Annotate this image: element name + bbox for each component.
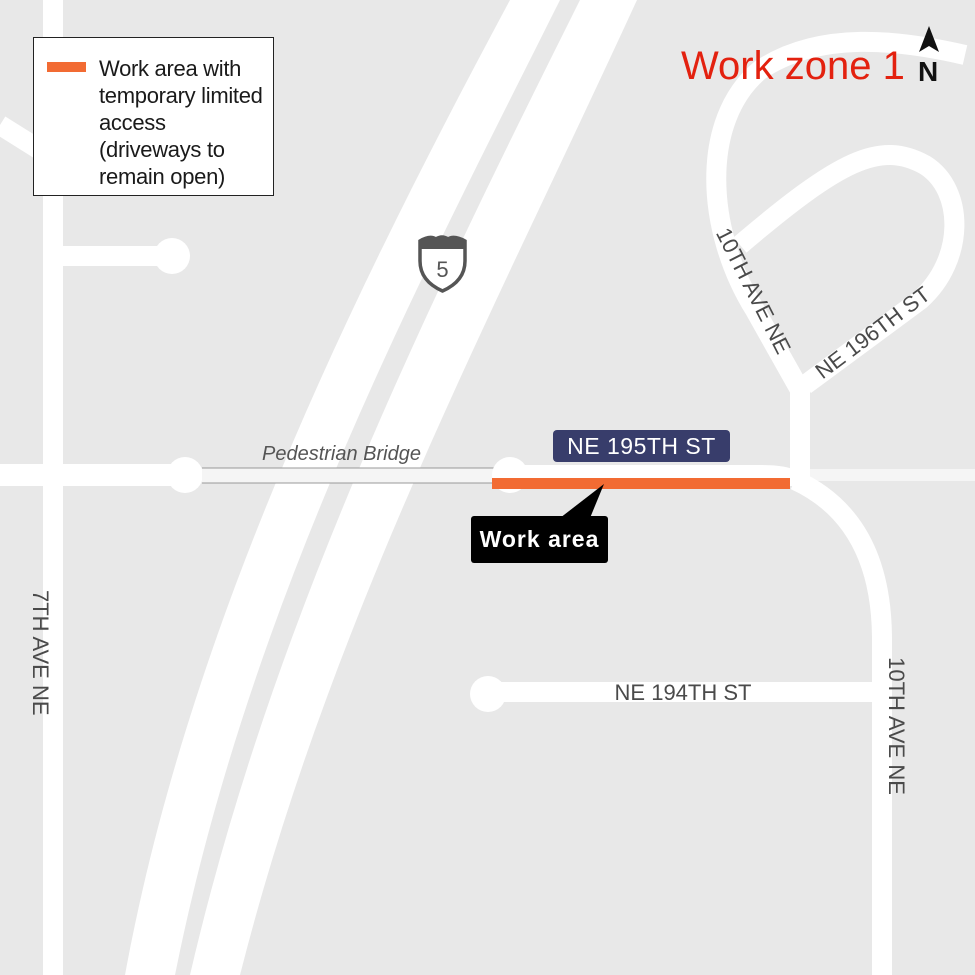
north-label: N — [918, 56, 939, 87]
work-area-line — [492, 478, 790, 489]
bridge-west-end — [167, 457, 203, 493]
legend-label: Work area with temporary limited access … — [99, 56, 263, 189]
work-area-callout: Work area — [471, 516, 608, 563]
road-ne-195th-west — [0, 464, 185, 486]
street-label-7th-ave-ne: 7TH AVE NE — [28, 590, 53, 716]
shield-number: 5 — [436, 257, 448, 282]
legend-work-area-swatch — [47, 62, 86, 72]
street-label-ne-194th-st: NE 194TH ST — [614, 680, 752, 705]
legend: Work area with temporary limited access … — [33, 37, 274, 196]
cul-de-sac-194th-end — [470, 676, 506, 712]
street-badge-ne-195th-st: NE 195TH ST — [553, 430, 730, 462]
interstate-shield-icon: 5 — [418, 235, 467, 293]
road-10th-ave-ne-stub — [790, 380, 810, 480]
pedestrian-bridge — [202, 468, 497, 483]
street-label-10th-ave-ne-south: 10TH AVE NE — [884, 657, 909, 795]
map-title: Work zone 1 — [681, 44, 905, 88]
road-ne-195th-far-east — [805, 469, 975, 481]
pedestrian-bridge-label: Pedestrian Bridge — [262, 443, 421, 465]
cul-de-sac-west-end — [154, 238, 190, 274]
